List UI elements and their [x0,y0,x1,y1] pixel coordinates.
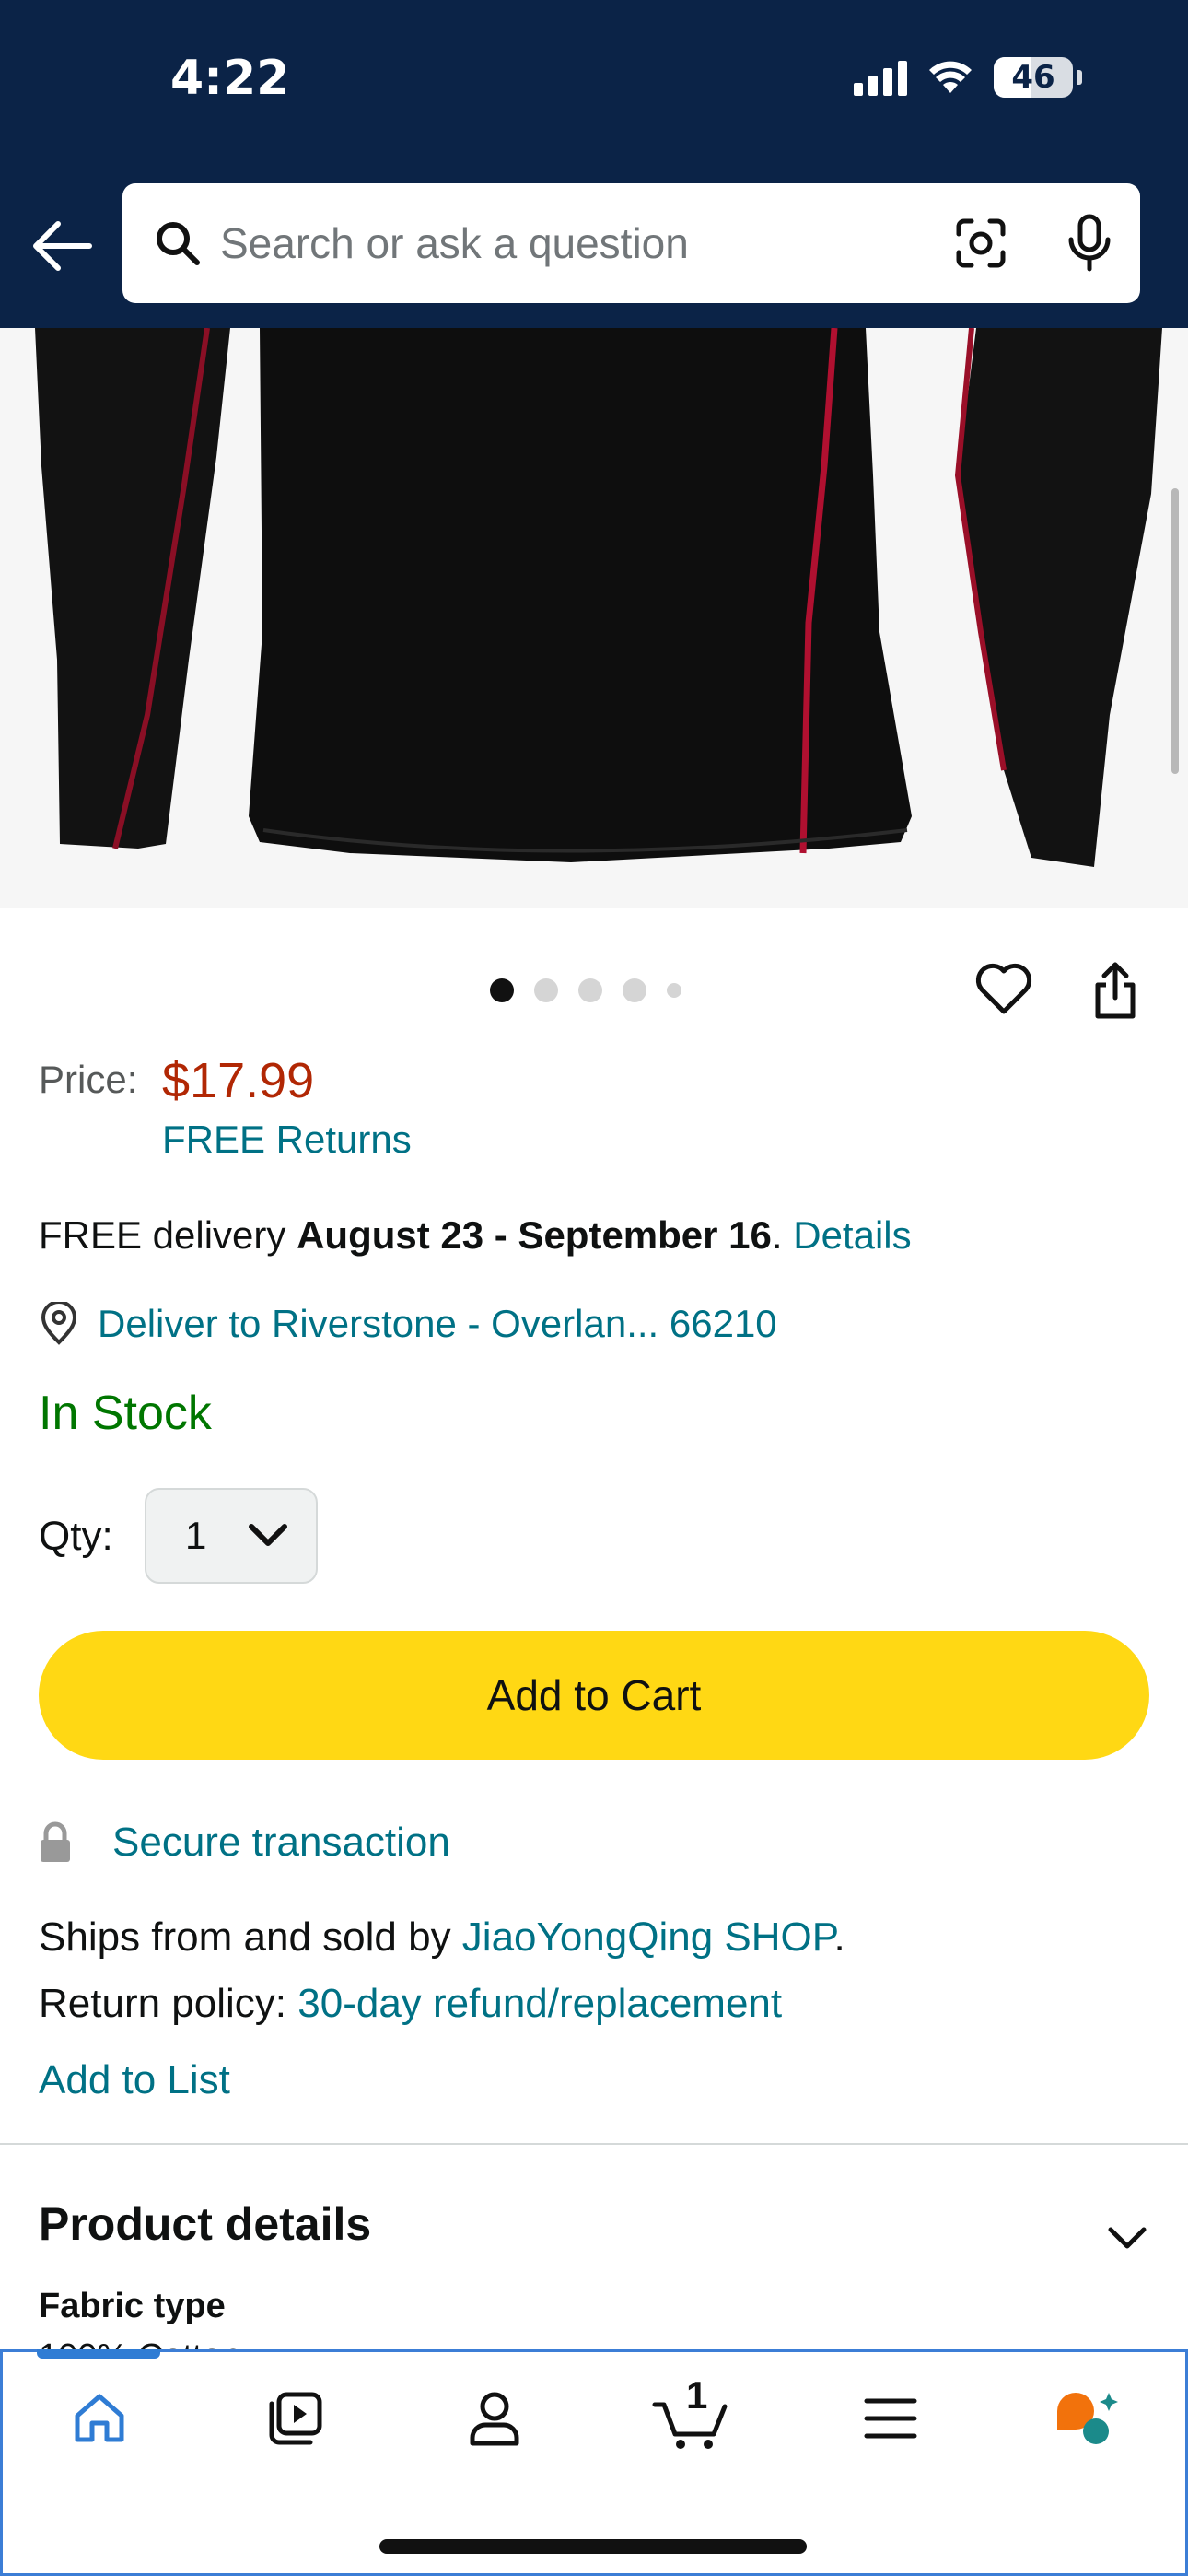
wifi-icon [929,61,972,93]
pagination-dot[interactable] [490,978,514,1002]
tab-home[interactable] [49,2377,150,2460]
delivery-details-link[interactable]: Details [793,1213,911,1257]
share-button[interactable] [1085,958,1146,1023]
arrow-left-icon [33,221,92,271]
quantity-label: Qty: [39,1514,113,1559]
home-icon [75,2394,124,2442]
battery-level: 46 [1011,59,1055,96]
microphone-icon [1068,214,1111,272]
add-to-wishlist-button[interactable] [972,956,1036,1021]
add-to-list-link[interactable]: Add to List [39,2057,230,2103]
search-input[interactable] [220,218,883,268]
tab-video[interactable] [245,2377,346,2460]
voice-search-button[interactable] [1057,209,1122,277]
heart-icon [975,963,1032,1014]
price-value: $17.99 [162,1053,315,1108]
lock-icon [41,1821,70,1862]
tab-account[interactable] [444,2377,545,2460]
free-returns-link[interactable]: FREE Returns [162,1118,412,1162]
product-details-title[interactable]: Product details [39,2197,371,2251]
location-pin-icon [41,1302,77,1345]
ships-prefix: Ships from and sold by [39,1914,451,1960]
product-image[interactable] [0,328,1188,908]
ships-suffix: . [833,1914,845,1960]
image-pagination-dots[interactable] [490,978,681,1002]
tab-menu[interactable] [840,2377,941,2460]
camera-search-button[interactable] [949,211,1013,275]
top-header: 4:22 46 [0,0,1188,328]
status-time: 4:22 [170,51,290,106]
seller-link[interactable]: JiaoYongQing SHOP [462,1914,834,1960]
delivery-prefix: FREE delivery [39,1213,286,1257]
quantity-value: 1 [185,1514,207,1557]
section-divider [0,2143,1188,2145]
page-scrollbar[interactable] [1171,488,1179,774]
person-icon [470,2392,519,2446]
product-photo [0,328,1188,908]
search-icon [150,216,205,271]
active-tab-indicator [37,2349,160,2359]
deliver-to-text[interactable]: Deliver to Riverstone - Overlan... 66210 [98,1302,777,1346]
quantity-dropdown[interactable]: 1 [145,1488,318,1584]
pagination-dot[interactable] [667,983,681,998]
share-icon [1095,962,1136,1019]
delivery-dates: August 23 - September 16 [297,1213,772,1257]
return-policy: Return policy: 30-day refund/replacement [39,1981,782,2027]
price-label: Price: [39,1058,138,1101]
cart-count-badge: 1 [686,2373,708,2417]
deliver-to-location[interactable]: Deliver to Riverstone - Overlan... 66210 [39,1302,777,1346]
stock-status: In Stock [39,1387,212,1440]
pagination-dot[interactable] [623,978,646,1002]
secure-transaction-link[interactable]: Secure transaction [112,1820,450,1866]
back-button[interactable] [26,214,96,278]
secure-transaction[interactable]: Secure transaction [39,1820,450,1866]
tab-rufus[interactable] [1037,2377,1138,2460]
pagination-dot[interactable] [534,978,558,1002]
chevron-down-icon [249,1524,287,1546]
tab-cart[interactable]: 1 [642,2373,743,2460]
ships-from-info: Ships from and sold by JiaoYongQing SHOP… [39,1914,845,1961]
status-icons: 46 [854,57,1082,98]
chevron-down-icon[interactable] [1107,2224,1147,2252]
camera-scan-icon [956,218,1006,268]
return-policy-link[interactable]: 30-day refund/replacement [297,1981,782,2026]
return-policy-label: Return policy: [39,1981,287,2026]
rufus-assistant-icon [1057,2393,1118,2444]
delivery-suffix: . [771,1213,794,1257]
fabric-type-label: Fabric type [39,2287,226,2325]
delivery-info: FREE delivery August 23 - September 16. … [39,1213,912,1258]
add-to-cart-button[interactable]: Add to Cart [39,1631,1149,1760]
video-icon [269,2392,322,2445]
pagination-dot[interactable] [578,978,602,1002]
home-indicator[interactable] [379,2539,807,2554]
search-bar[interactable] [122,183,1140,303]
battery-icon: 46 [994,57,1073,98]
cellular-signal-icon [854,59,907,96]
menu-icon [864,2398,917,2439]
